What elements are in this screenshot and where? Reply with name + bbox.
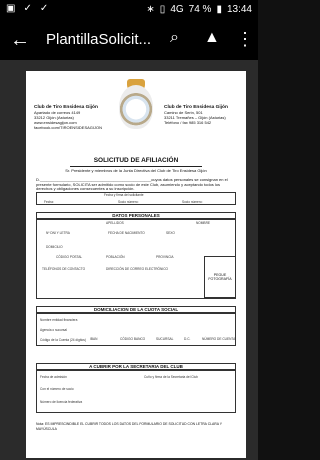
search-icon[interactable]: ⌕ xyxy=(170,29,179,47)
cell-bank-code: CÓDIGO BANCO xyxy=(120,337,146,341)
field-admission-date: Fecha de admisión xyxy=(40,375,67,379)
status-bar: ▣ ✓ ✓ ∗ ▯ 4G 74 % ▮ 13:44 xyxy=(0,0,258,20)
cell-dc: D.C. xyxy=(184,337,191,341)
document-page: Club de Tiro Ensidesa Gijón Apartado de … xyxy=(26,71,246,458)
field-birthdate: FECHA DE NACIMIENTO xyxy=(108,231,145,235)
secretaria-stamp-note: Cuño y firma de la Secretaria del Club xyxy=(144,375,198,379)
field-license-number: Número de licencia federativa xyxy=(40,400,83,404)
drive-upload-icon[interactable]: ▲ xyxy=(204,29,220,47)
check-icon: ✓ xyxy=(23,3,32,14)
battery-icon: ▮ xyxy=(216,4,222,15)
cell-iban: IBAN xyxy=(90,337,98,341)
more-options-icon[interactable]: ⋮ xyxy=(236,29,254,50)
status-left-icons: ▣ ✓ ✓ xyxy=(6,3,48,14)
footer-note: Nota: ES IMPRESCINDIBLE EL CUBRIR TODOS … xyxy=(36,422,222,431)
field-province: PROVINCIA xyxy=(156,255,174,259)
club-left-info: Club de Tiro Ensidesa Gijón Apartado de … xyxy=(34,105,114,130)
field-branch: Agencia o sucursal xyxy=(40,328,67,332)
personal-data-header: DATOS PERSONALES xyxy=(36,212,236,219)
club-crest xyxy=(119,85,153,129)
field-dni: Nº DNI Y LETRA xyxy=(46,231,70,235)
club-left-line4: facebook.com/TIROENSIDESAGIJON xyxy=(34,125,103,130)
clock: 13:44 xyxy=(226,4,252,15)
field-bank: Nombre entidad financiera xyxy=(40,318,78,322)
field-surname: APELLIDOS xyxy=(106,221,124,225)
vibrate-icon: ▯ xyxy=(159,4,166,15)
gallery-icon: ▣ xyxy=(6,3,16,14)
cell-account-number: NÚMERO DE CUENTA xyxy=(202,337,236,341)
field-account-code: Código de la Cuenta (24 dígitos) xyxy=(40,338,86,342)
field-address: DOMICILIO xyxy=(46,245,63,249)
status-right: ∗ ▯ 4G 74 % ▮ 13:44 xyxy=(146,4,252,15)
club-right-info: Club de Tiro Ensidesa Gijón Camino de Se… xyxy=(164,105,244,125)
field-phone: TELÉFONOS DE CONTACTO xyxy=(42,267,86,271)
signal-icon: 4G xyxy=(170,4,184,15)
field-postal-code: CÓDIGO POSTAL xyxy=(56,255,83,259)
check-icon: ✓ xyxy=(39,3,49,14)
photo-box: PEGUE FOTOGRAFÍA xyxy=(204,256,236,298)
pdf-viewer[interactable]: Club de Tiro Ensidesa Gijón Apartado de … xyxy=(0,60,258,460)
app-bar: ← PlantillaSolicit... ⌕ ▲ ⋮ xyxy=(0,20,258,60)
battery-level: 74 % xyxy=(188,4,212,15)
field-email: DIRECCIÓN DE CORREO ELECTRÓNICO xyxy=(106,267,168,271)
date-header: Fecha y firma del solicitante xyxy=(104,193,144,197)
field-member-number: Con el número de socio xyxy=(40,387,74,391)
secretaria-header: A CUBRIR POR LA SECRETARIA DEL CLUB xyxy=(36,363,236,370)
cuota-header: DOMICILIACION DE LA CUOTA SOCIAL xyxy=(36,306,236,313)
cell-branch: SUCURSAL xyxy=(156,337,174,341)
document-title: PlantillaSolicit... xyxy=(46,31,152,48)
socio-number-2: Socio número: xyxy=(182,200,203,204)
form-title: SOLICITUD DE AFILIACIÓN xyxy=(70,157,202,167)
club-right-line3: Teléfono / fax 985 316 542 xyxy=(164,120,212,125)
field-sex: SEXO xyxy=(166,231,175,235)
salutation: Sr. Presidente y miembros de la Junta Di… xyxy=(65,168,207,173)
socio-number-1: Socio número: xyxy=(118,200,139,204)
bluetooth-icon: ∗ xyxy=(146,4,155,15)
field-name: NOMBRE xyxy=(196,221,210,225)
back-arrow-icon[interactable]: ← xyxy=(10,29,30,52)
field-city: POBLACIÓN xyxy=(106,255,125,259)
fecha-label: Fecha: xyxy=(44,200,54,204)
intro-paragraph: D.______________________________________… xyxy=(36,177,228,191)
